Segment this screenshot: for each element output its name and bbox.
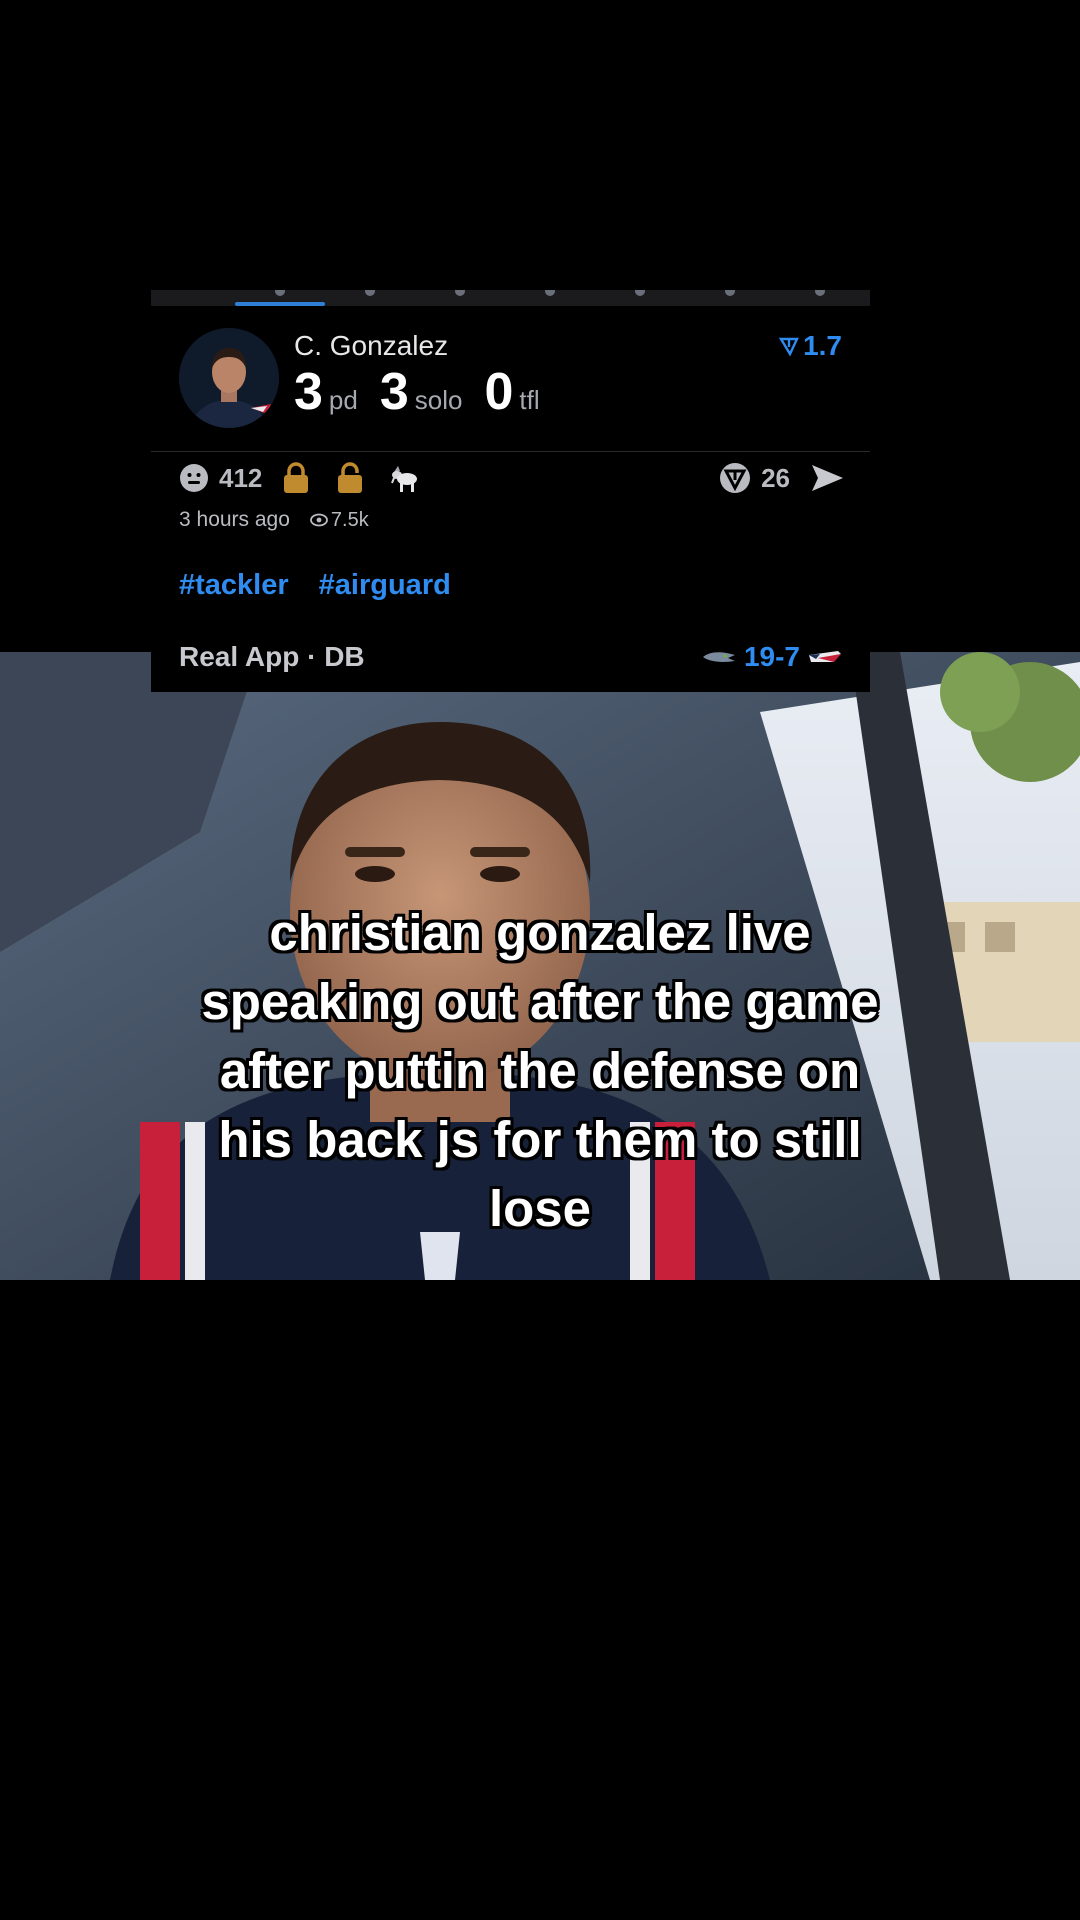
rating-badge[interactable]: 1.7 (779, 330, 842, 362)
video-caption: christian gonzalez live speaking out aft… (140, 898, 940, 1243)
tab-indicator[interactable] (815, 290, 825, 296)
rating-value: 1.7 (803, 330, 842, 361)
lock-icon[interactable] (282, 462, 310, 494)
player-avatar[interactable] (179, 328, 279, 428)
stat-line: 3 pd 3 solo 0 tfl (294, 366, 562, 418)
hashtag-tackler[interactable]: #tackler (179, 569, 289, 602)
caption-line: his back js for them to still (218, 1111, 862, 1168)
tab-indicator[interactable] (725, 290, 735, 296)
stat-pd-label: pd (328, 385, 358, 415)
player-card[interactable]: C. Gonzalez 3 pd 3 solo 0 tfl 1.7 412 26… (151, 290, 870, 692)
coin-count[interactable]: 26 (761, 463, 790, 494)
caption-line: speaking out after the game (201, 973, 879, 1030)
tab-indicator[interactable] (455, 290, 465, 296)
stat-solo-label: solo (414, 385, 463, 415)
caption-line: after puttin the defense on (219, 1042, 861, 1099)
tab-indicator[interactable] (365, 290, 375, 296)
coin-icon[interactable] (719, 462, 751, 494)
view-count: 7.5k (330, 508, 369, 531)
hashtag-airguard[interactable]: #airguard (319, 569, 451, 602)
player-headshot-icon (179, 328, 279, 428)
stat-pd-value: 3 (294, 363, 323, 421)
stat-tfl-value: 0 (484, 363, 514, 421)
unlock-icon[interactable] (336, 462, 364, 494)
tab-indicator[interactable] (635, 290, 645, 296)
source-label[interactable]: Real App · DB (179, 641, 365, 673)
reaction-count[interactable]: 412 (219, 463, 262, 494)
hashtag-row: #tackler #airguard (179, 569, 451, 602)
goat-icon[interactable] (388, 462, 420, 494)
active-tab-underline (235, 302, 325, 306)
eye-icon (310, 513, 328, 527)
patriots-logo-icon (809, 651, 841, 662)
tab-indicator[interactable] (275, 290, 285, 296)
post-time: 3 hours ago (179, 508, 290, 531)
post-meta: 3 hours ago 7.5k (179, 508, 369, 532)
player-tab-strip[interactable] (151, 290, 870, 306)
tab-indicator[interactable] (545, 290, 555, 296)
stat-tfl-label: tfl (519, 385, 540, 415)
stat-solo-value: 3 (379, 363, 409, 421)
smiley-icon[interactable] (179, 463, 209, 493)
caption-line: christian gonzalez live (269, 904, 811, 961)
game-score[interactable]: 19-7 (702, 641, 842, 673)
player-name[interactable]: C. Gonzalez (294, 330, 448, 362)
caption-line: lose (488, 1180, 592, 1237)
send-icon[interactable] (810, 463, 844, 493)
score-value: 19-7 (743, 641, 800, 672)
card-divider (151, 451, 870, 452)
card-actions: 26 (719, 462, 844, 494)
view-count-group: 7.5k (310, 509, 369, 532)
seahawks-logo-icon (702, 652, 735, 662)
reaction-bar: 412 (179, 462, 420, 494)
rating-arrow-icon (779, 337, 799, 356)
